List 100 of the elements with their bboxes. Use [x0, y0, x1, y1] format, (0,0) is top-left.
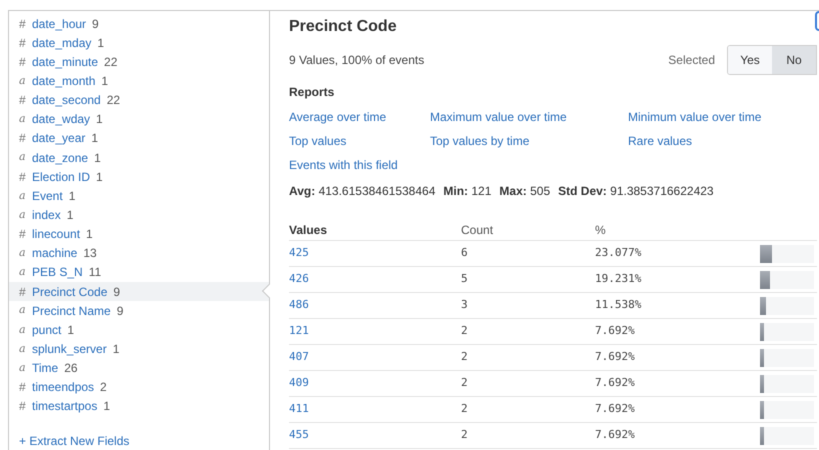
field-item[interactable]: # Precinct Code 9 — [9, 282, 269, 302]
field-item[interactable]: a Event 1 — [9, 186, 269, 206]
field-count: 1 — [68, 188, 76, 205]
field-item[interactable]: # date_minute 22 — [9, 52, 269, 72]
percent-cell-text: 23.077% — [595, 245, 642, 262]
field-name: Election ID — [32, 168, 90, 186]
field-item[interactable]: a machine 13 — [9, 244, 269, 263]
field-count: 1 — [94, 150, 101, 167]
count-cell-text: 2 — [461, 427, 469, 444]
value-link[interactable]: 407 — [289, 349, 461, 366]
field-name: date_mday — [32, 34, 92, 52]
field-count: 1 — [96, 168, 103, 186]
field-name: machine — [32, 245, 78, 262]
field-name: Event — [32, 188, 63, 205]
field-item[interactable]: a PEB S_N 11 — [9, 262, 269, 282]
field-count: 1 — [66, 206, 74, 224]
percent-cell-text: 7.692% — [595, 401, 636, 418]
field-item[interactable]: a splunk_server 1 — [9, 339, 269, 359]
report-link[interactable]: Events with this field — [289, 156, 430, 174]
field-name: date_wday — [32, 111, 90, 128]
report-link[interactable]: Rare values — [628, 132, 817, 150]
field-item[interactable]: # date_second 22 — [9, 90, 269, 110]
field-count: 22 — [104, 54, 118, 71]
value-link[interactable]: 455 — [289, 427, 461, 444]
value-link[interactable]: 486 — [289, 297, 461, 314]
field-item[interactable]: a Precinct Name 9 — [9, 301, 269, 320]
field-type-icon: # — [19, 129, 28, 148]
value-link[interactable]: 121 — [289, 323, 461, 340]
count-cell-text: 3 — [461, 297, 469, 314]
field-item[interactable]: a date_wday 1 — [9, 110, 269, 129]
field-type-icon: a — [19, 149, 28, 166]
field-item[interactable]: a date_zone 1 — [9, 148, 269, 168]
report-link[interactable]: Maximum value over time — [430, 108, 628, 126]
extract-fields-link[interactable]: + Extract New Fields — [9, 432, 269, 450]
field-item[interactable]: # timeendpos 2 — [9, 378, 269, 397]
field-name: splunk_server — [32, 340, 107, 358]
field-count: 1 — [67, 322, 74, 339]
percent-cell-text: 7.692% — [595, 349, 636, 366]
field-count: 1 — [97, 34, 104, 52]
field-type-icon: a — [19, 360, 28, 376]
count-cell-text: 2 — [461, 401, 469, 418]
field-count: 26 — [64, 360, 78, 378]
percent-cell-text: 7.692% — [595, 427, 636, 444]
percent-cell-text: 11.538% — [595, 297, 642, 314]
field-item[interactable]: a date_month 1 — [9, 71, 269, 91]
field-type-icon: a — [19, 302, 28, 319]
field-item[interactable]: a Time 26 — [9, 358, 269, 378]
value-link[interactable]: 426 — [289, 271, 461, 288]
percent-cell-text: 7.692% — [595, 323, 636, 340]
field-item[interactable]: a index 1 — [9, 205, 269, 225]
count-cell-text: 6 — [461, 245, 469, 262]
field-name: timeendpos — [32, 379, 94, 396]
field-name: date_month — [32, 72, 96, 90]
field-name: Time — [32, 360, 58, 378]
field-item[interactable]: # date_year 1 — [9, 128, 269, 148]
count-cell-text: 2 — [461, 349, 469, 366]
field-type-icon: # — [19, 14, 28, 33]
field-type-icon: a — [19, 188, 28, 204]
column-header: Values — [289, 222, 328, 238]
field-name: punct — [32, 322, 62, 339]
toggle-option[interactable]: No — [772, 46, 816, 74]
field-name: linecount — [32, 226, 80, 244]
field-name: Precinct Code — [32, 284, 108, 301]
column-header: % — [595, 222, 607, 238]
field-item[interactable]: # linecount 1 — [9, 224, 269, 244]
field-type-icon: a — [19, 206, 28, 224]
field-type-icon: # — [19, 52, 28, 71]
field-type-icon: a — [19, 245, 28, 262]
field-count: 13 — [83, 245, 97, 262]
field-item[interactable]: # timestartpos 1 — [9, 396, 269, 416]
field-item[interactable]: # Election ID 1 — [9, 167, 269, 186]
field-count: 2 — [100, 379, 107, 396]
field-count: 1 — [91, 130, 98, 148]
selected-label: Selected — [668, 52, 715, 69]
stat-text: Std Dev: 91.3853716622423 — [558, 183, 714, 200]
field-count: 11 — [88, 264, 102, 282]
count-cell-text: 2 — [461, 323, 469, 340]
report-link[interactable]: Top values — [289, 132, 430, 150]
field-name: date_zone — [32, 150, 88, 167]
stat-text: Min: 121 — [443, 183, 492, 200]
field-type-icon: # — [19, 397, 28, 416]
field-item[interactable]: # date_hour 9 — [9, 14, 269, 34]
toggle-option[interactable]: Yes — [728, 46, 772, 74]
field-type-icon: # — [19, 378, 28, 396]
field-summary: 9 Values, 100% of events — [289, 52, 424, 69]
value-link[interactable]: 409 — [289, 375, 461, 392]
value-link[interactable]: 425 — [289, 245, 461, 262]
report-link[interactable]: Average over time — [289, 108, 430, 126]
count-cell-text: 2 — [461, 375, 469, 392]
field-type-icon: a — [19, 340, 28, 358]
field-item[interactable]: a punct 1 — [9, 320, 269, 340]
stat-text: Max: 505 — [499, 183, 550, 200]
field-item[interactable]: # date_mday 1 — [9, 33, 269, 52]
field-name: date_second — [32, 92, 101, 110]
percent-cell-text: 7.692% — [595, 375, 636, 392]
report-link[interactable]: Top values by time — [430, 132, 628, 150]
value-link[interactable]: 411 — [289, 401, 461, 418]
count-cell-text: 5 — [461, 271, 469, 288]
field-type-icon: # — [19, 91, 28, 110]
report-link[interactable]: Minimum value over time — [628, 108, 817, 126]
